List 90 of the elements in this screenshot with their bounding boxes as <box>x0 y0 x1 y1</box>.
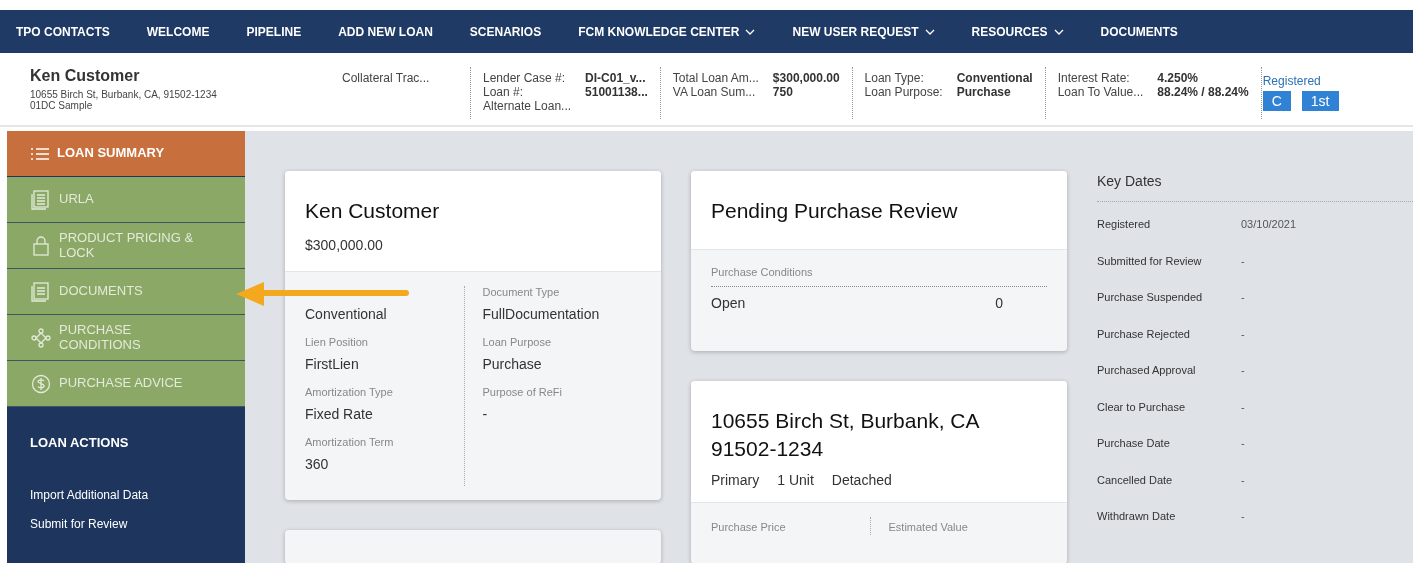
nav-link[interactable]: NEW USER REQUEST <box>792 24 935 39</box>
date-value: - <box>1241 510 1245 524</box>
borrower-name: Ken Customer <box>30 67 141 85</box>
card-title: Ken Customer <box>305 199 441 223</box>
list-icon <box>31 146 49 161</box>
status-badge: C <box>1262 91 1291 111</box>
field-label: Lien Position <box>305 336 369 350</box>
date-value: - <box>1241 473 1245 488</box>
header-value: 4.250% <box>1157 71 1199 85</box>
header-value: Purchase <box>956 85 1012 99</box>
date-label: Purchase Date <box>1097 437 1171 451</box>
field-label: Amortization Type <box>305 386 394 400</box>
field-label: Purchase Price <box>711 520 786 533</box>
chevron-down-icon <box>1053 28 1064 35</box>
property-tag: 1 Unit <box>777 471 814 488</box>
header-label: VA Loan Sum... <box>672 85 757 99</box>
nav-link[interactable]: RESOURCES <box>971 24 1064 39</box>
field-value: 360 <box>305 456 330 472</box>
header-value: 51001138... <box>585 85 648 99</box>
card-title: 10655 Birch St, Burbank, CA 91502-1234 <box>711 408 980 463</box>
property-tag: Detached <box>831 471 892 488</box>
date-label: Registered <box>1097 218 1152 232</box>
action-link[interactable]: Submit for Review <box>30 517 245 531</box>
date-label: Submitted for Review <box>1097 254 1203 269</box>
nav-link[interactable]: FCM KNOWLEDGE CENTER <box>578 24 756 39</box>
date-value: - <box>1241 364 1245 378</box>
header-label: Loan To Value... <box>1057 85 1144 99</box>
borrower-address: 10655 Birch St, Burbank, CA, 91502-1234 <box>30 89 218 100</box>
field-label: Purpose of ReFi <box>482 386 563 400</box>
date-value: - <box>1241 254 1245 269</box>
date-value: 03/10/2021 <box>1241 218 1297 232</box>
loan-program: 01DC Sample <box>30 100 94 111</box>
date-value: - <box>1241 327 1245 342</box>
section-heading: Key Dates <box>1097 173 1413 202</box>
header-label: Loan Type: <box>864 71 925 85</box>
document-icon <box>31 189 51 210</box>
nav-link[interactable]: DOCUMENTS <box>1100 24 1178 39</box>
date-value: - <box>1241 291 1245 305</box>
section-heading: LOAN ACTIONS <box>30 435 130 450</box>
field-value: - <box>482 406 489 422</box>
nav-link[interactable]: WELCOME <box>146 24 210 39</box>
field-label: Estimated Value <box>888 520 968 533</box>
header-label: Lender Case #: <box>483 71 567 85</box>
header-label: Interest Rate: <box>1057 71 1131 85</box>
header-value: Conventional <box>956 71 1033 85</box>
collateral-label: Collateral Trac... <box>342 70 431 85</box>
header-value: DI-C01_v... <box>585 71 647 85</box>
field-value: Conventional <box>305 306 388 322</box>
nav-link[interactable]: SCENARIOS <box>469 24 542 39</box>
loan-amount: $300,000.00 <box>305 237 384 253</box>
nav-link[interactable]: TPO CONTACTS <box>16 24 110 39</box>
date-label: Cancelled Date <box>1097 473 1174 488</box>
field-value: FirstLien <box>305 356 360 372</box>
field-label: Loan Purpose <box>482 336 552 350</box>
header-value: $300,000.00 <box>772 71 840 85</box>
property-tag: Primary <box>711 471 760 488</box>
header-label: Alternate Loan... <box>483 99 572 113</box>
document-icon <box>31 281 51 302</box>
condition-count: 0 <box>995 295 1003 311</box>
dollar-circle-icon <box>31 373 51 394</box>
status-link[interactable]: Registered <box>1262 74 1321 88</box>
nav-link[interactable]: PIPELINE <box>246 24 302 39</box>
header-label: Loan #: <box>483 85 525 99</box>
field-label: Document Type <box>482 286 561 300</box>
header-label: Total Loan Am... <box>672 71 759 85</box>
field-value: Fixed Rate <box>305 406 374 422</box>
chevron-down-icon <box>924 28 935 35</box>
field-label: Amortization Term <box>305 436 395 450</box>
date-label: Withdrawn Date <box>1097 510 1177 524</box>
date-label: Purchase Rejected <box>1097 327 1191 342</box>
section-label: Purchase Conditions <box>711 266 1047 287</box>
lock-icon <box>31 235 51 256</box>
nav-link[interactable]: ADD NEW LOAN <box>338 24 433 39</box>
field-value: Purchase <box>482 356 543 372</box>
date-label: Clear to Purchase <box>1097 400 1187 415</box>
date-value: - <box>1241 437 1245 451</box>
condition-label: Open <box>711 295 746 311</box>
header-value: 750 <box>772 85 794 99</box>
chevron-down-icon <box>745 28 756 35</box>
date-value: - <box>1241 400 1245 415</box>
date-label: Purchase Suspended <box>1097 291 1204 305</box>
date-label: Purchased Approval <box>1097 364 1197 378</box>
action-link[interactable]: Import Additional Data <box>30 488 245 502</box>
field-value: FullDocumentation <box>482 306 601 322</box>
header-value: 88.24% / 88.24% <box>1157 85 1249 99</box>
card-title: Pending Purchase Review <box>711 199 959 223</box>
status-badge: 1st <box>1301 91 1339 111</box>
sidebar-item[interactable]: LOAN SUMMARY <box>7 131 245 177</box>
header-label: Loan Purpose: <box>864 85 943 99</box>
nodes-icon <box>31 327 51 348</box>
